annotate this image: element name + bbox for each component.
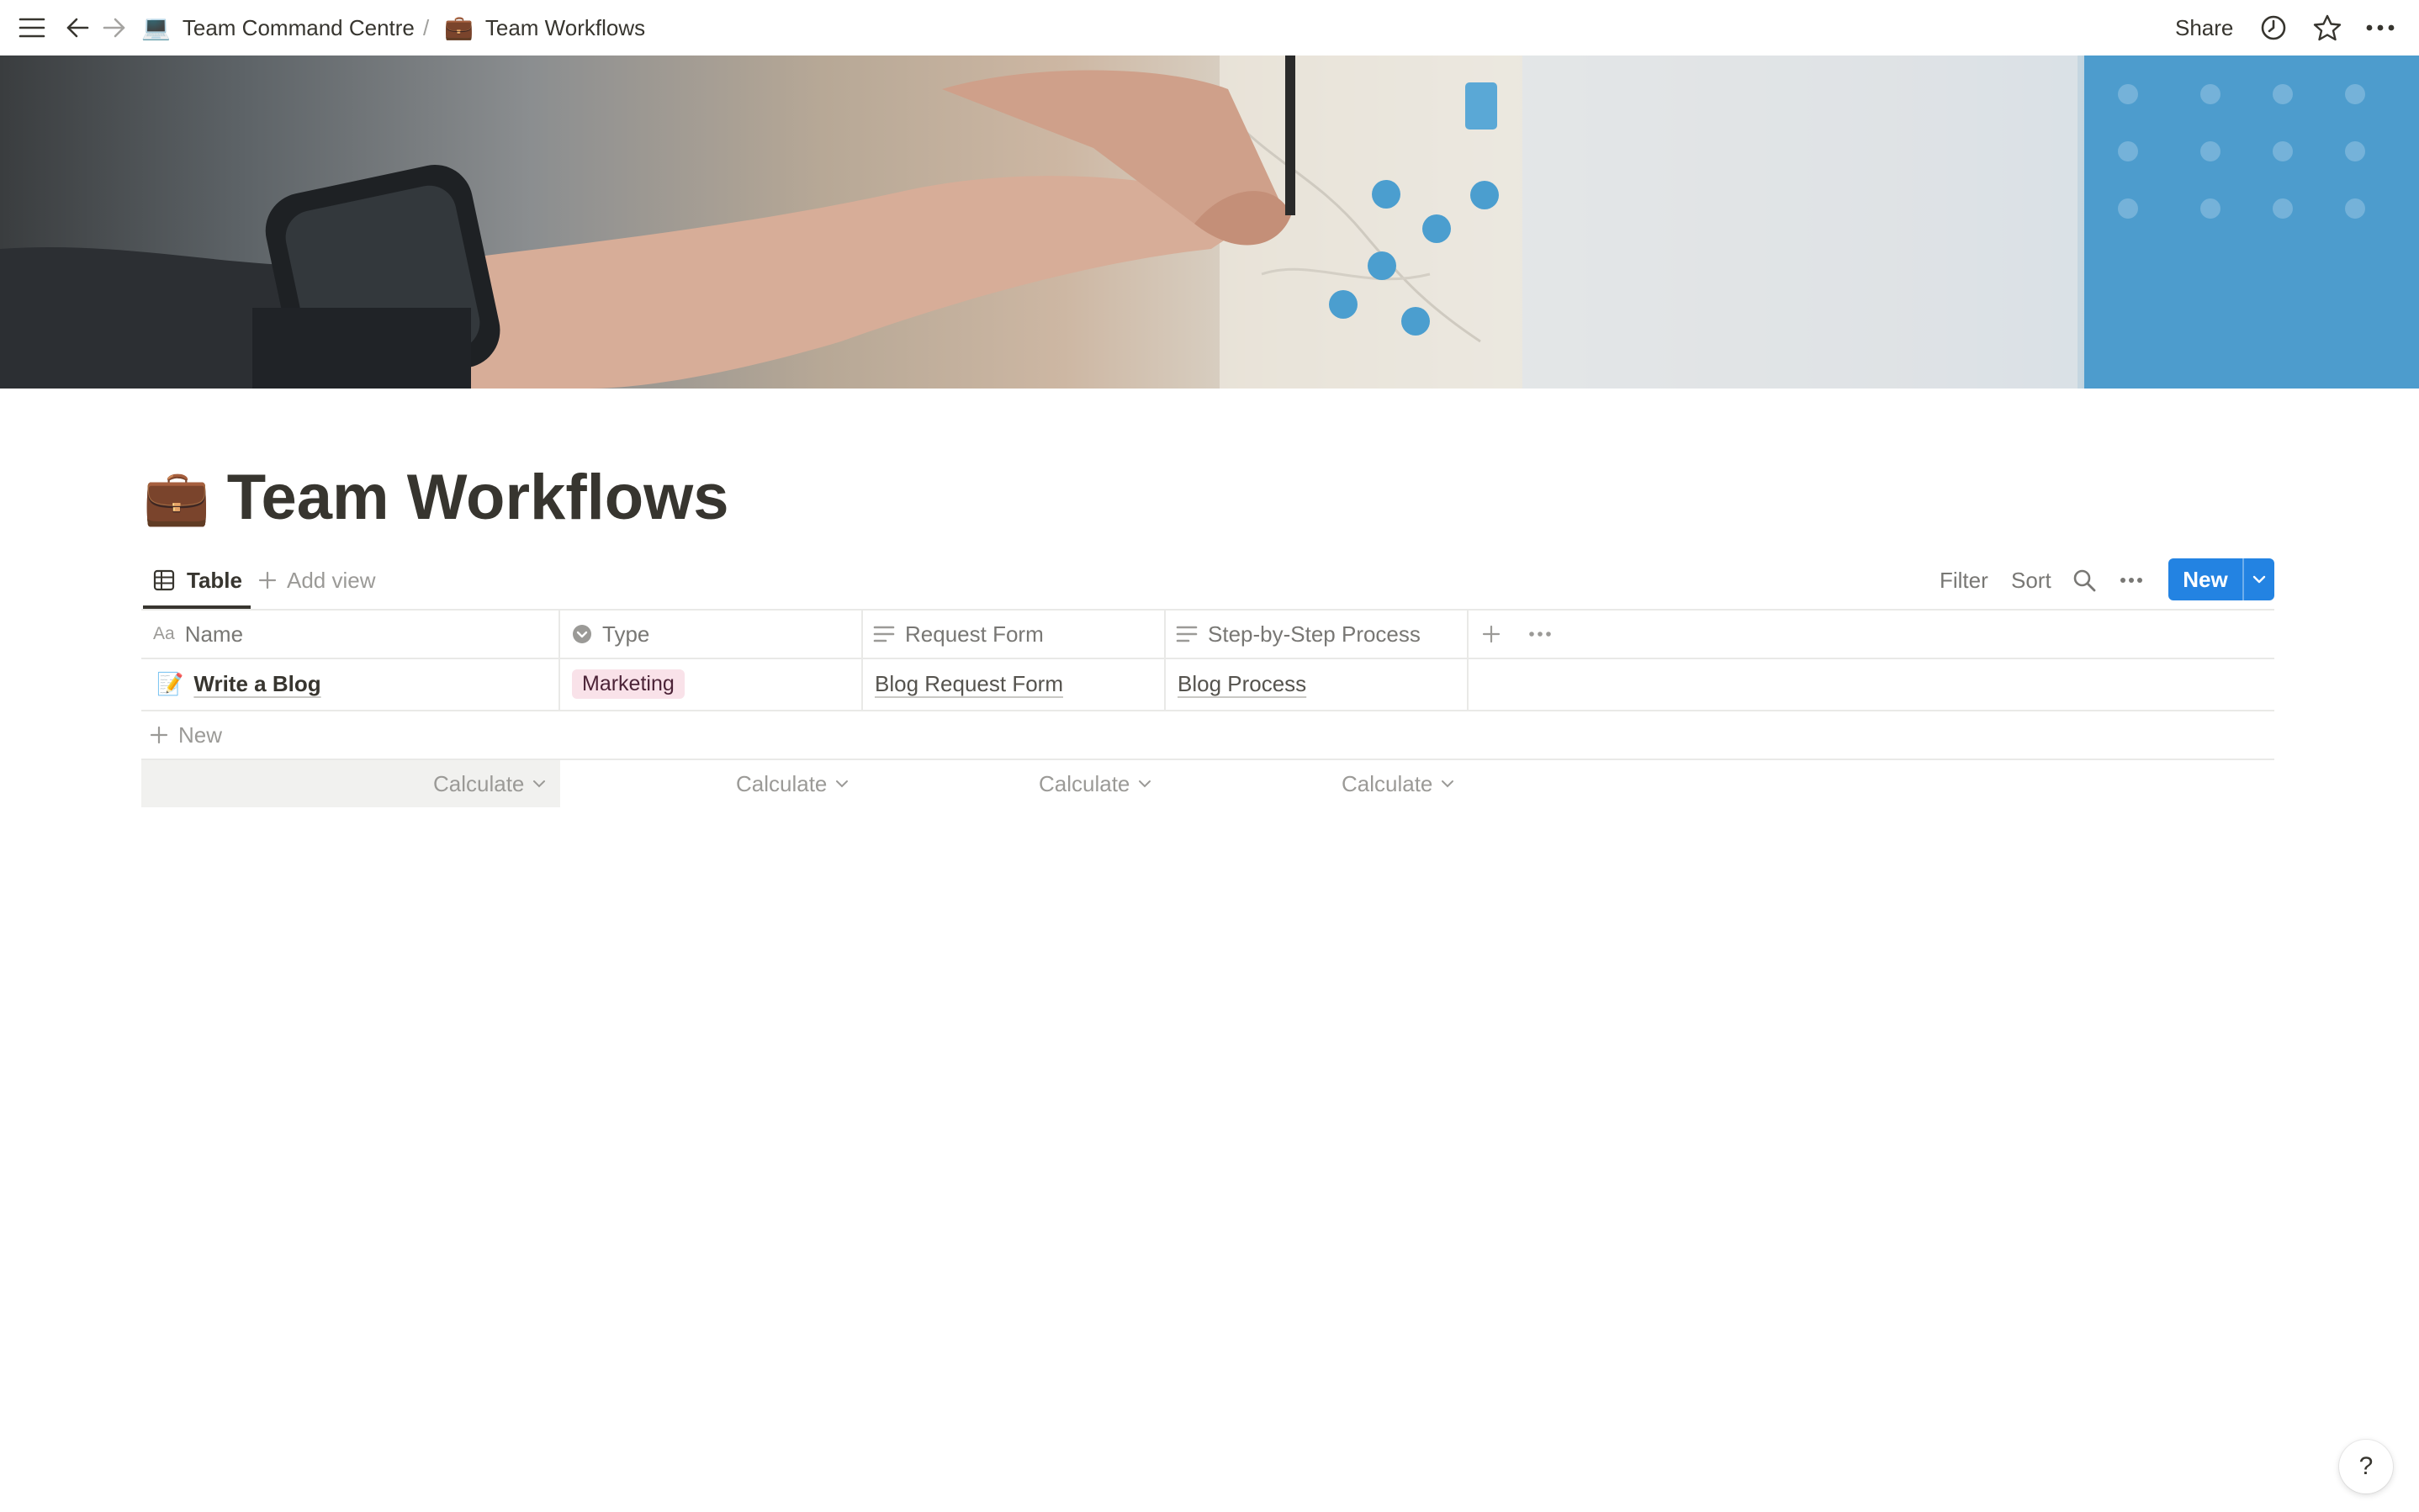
laptop-icon: 💻 bbox=[141, 14, 171, 40]
row-name-cell[interactable]: 📝 Write a Blog bbox=[156, 661, 321, 706]
breadcrumb-label: Team Command Centre bbox=[182, 14, 415, 40]
chevron-down-icon bbox=[1442, 780, 1454, 788]
column-header-type[interactable]: Type bbox=[572, 611, 649, 658]
table-more-options-icon[interactable] bbox=[1529, 611, 1551, 658]
table-view-icon bbox=[153, 569, 175, 591]
star-icon[interactable] bbox=[2310, 11, 2344, 45]
help-button[interactable]: ? bbox=[2339, 1440, 2393, 1493]
title-aa-icon: Aa bbox=[153, 624, 175, 643]
memo-icon: 📝 bbox=[156, 670, 184, 696]
new-row-label: New bbox=[178, 722, 223, 748]
calculate-label: Calculate bbox=[433, 770, 525, 796]
add-property-icon[interactable] bbox=[1482, 611, 1501, 658]
row-process-cell[interactable]: Blog Process bbox=[1178, 661, 1306, 706]
row-request-form-cell[interactable]: Blog Request Form bbox=[875, 661, 1063, 706]
sort-button[interactable]: Sort bbox=[2011, 558, 2051, 602]
page-title-text[interactable]: Team Workflows bbox=[227, 461, 729, 534]
tab-label: Table bbox=[187, 567, 242, 593]
calculate-name-button[interactable]: Calculate bbox=[433, 760, 546, 807]
chevron-down-icon bbox=[836, 780, 849, 788]
new-dropdown-chevron-icon[interactable] bbox=[2242, 558, 2274, 600]
briefcase-icon[interactable]: 💼 bbox=[143, 466, 210, 529]
filter-button[interactable]: Filter bbox=[1940, 558, 1988, 602]
column-divider bbox=[1467, 609, 1469, 711]
type-tag: Marketing bbox=[572, 669, 685, 699]
process-text: Blog Process bbox=[1178, 670, 1307, 696]
hamburger-menu-icon[interactable] bbox=[15, 11, 49, 45]
breadcrumb-item-team-workflows[interactable]: 💼 Team Workflows bbox=[444, 12, 645, 44]
chevron-down-icon bbox=[1139, 780, 1151, 788]
column-header-request-form[interactable]: Request Form bbox=[873, 611, 1044, 658]
column-header-label: Type bbox=[602, 621, 650, 647]
page-title[interactable]: 💼 Team Workflows bbox=[143, 457, 729, 537]
breadcrumb-label: Team Workflows bbox=[484, 14, 646, 40]
column-divider bbox=[1164, 609, 1166, 711]
forward-arrow-icon[interactable] bbox=[98, 11, 131, 45]
new-row-button[interactable]: New bbox=[150, 713, 222, 757]
calculate-process-button[interactable]: Calculate bbox=[1342, 760, 1454, 807]
row-type-cell[interactable]: Marketing bbox=[572, 661, 685, 706]
plus-icon bbox=[258, 571, 277, 589]
calculate-label: Calculate bbox=[1039, 770, 1130, 796]
tab-table[interactable]: Table bbox=[143, 558, 254, 602]
column-divider bbox=[861, 609, 863, 711]
column-divider bbox=[558, 609, 560, 711]
breadcrumb-item-team-command-centre[interactable]: 💻 Team Command Centre bbox=[141, 12, 415, 44]
back-arrow-icon[interactable] bbox=[61, 11, 94, 45]
column-header-name[interactable]: Aa Name bbox=[153, 611, 243, 658]
header-bottom-border bbox=[141, 658, 2274, 659]
share-button[interactable]: Share bbox=[2175, 12, 2233, 44]
add-view-button[interactable]: Add view bbox=[258, 558, 376, 602]
clock-history-icon[interactable] bbox=[2257, 11, 2290, 45]
calculate-type-button[interactable]: Calculate bbox=[736, 760, 849, 807]
briefcase-icon: 💼 bbox=[444, 14, 474, 40]
column-header-label: Request Form bbox=[905, 621, 1044, 647]
chevron-down-icon bbox=[533, 780, 546, 788]
row-title[interactable]: Write a Blog bbox=[193, 671, 320, 697]
add-view-label: Add view bbox=[287, 567, 376, 593]
text-lines-icon bbox=[1176, 624, 1198, 644]
calculate-request-form-button[interactable]: Calculate bbox=[1039, 760, 1151, 807]
calculate-label: Calculate bbox=[736, 770, 828, 796]
top-bar: 💻 Team Command Centre / 💼 Team Workflows… bbox=[0, 0, 2419, 56]
text-lines-icon bbox=[873, 624, 895, 644]
column-header-label: Name bbox=[184, 621, 244, 647]
help-label: ? bbox=[2358, 1452, 2374, 1480]
more-options-icon[interactable] bbox=[2363, 11, 2397, 45]
breadcrumb-separator: / bbox=[423, 15, 430, 40]
plus-icon bbox=[150, 726, 168, 744]
new-button-group: New bbox=[2168, 558, 2274, 600]
new-button[interactable]: New bbox=[2168, 558, 2242, 600]
column-header-step-by-step-process[interactable]: Step-by-Step Process bbox=[1176, 611, 1421, 658]
select-icon bbox=[572, 624, 592, 644]
cover-image bbox=[0, 56, 2419, 389]
view-more-options-icon[interactable] bbox=[2120, 558, 2143, 602]
column-header-label: Step-by-Step Process bbox=[1208, 621, 1421, 647]
calculate-label: Calculate bbox=[1342, 770, 1433, 796]
search-icon[interactable] bbox=[2072, 558, 2096, 602]
row-bottom-border bbox=[141, 710, 2274, 711]
request-form-text: Blog Request Form bbox=[875, 670, 1063, 696]
